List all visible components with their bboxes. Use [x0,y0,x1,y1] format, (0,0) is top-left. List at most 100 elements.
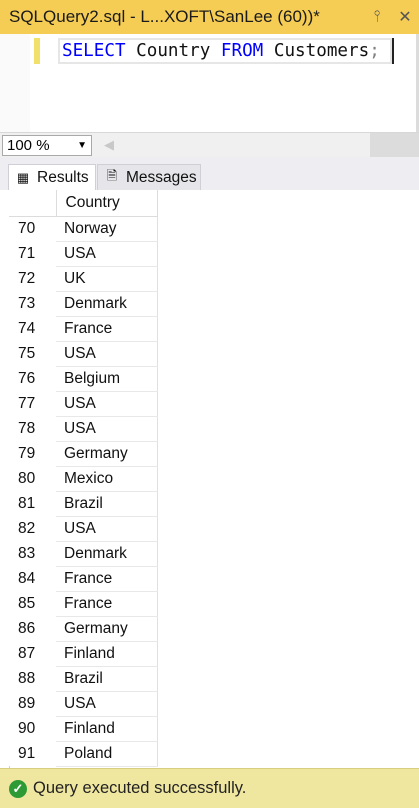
row-number[interactable]: 80 [9,466,56,491]
row-number[interactable]: 90 [9,716,56,741]
row-number[interactable]: 78 [9,416,56,441]
country-cell[interactable]: USA [56,241,158,267]
table-row[interactable]: 87 Finland [9,641,158,667]
pin-icon[interactable]: ⫯ [363,8,391,26]
table-row[interactable]: 75 USA [9,341,158,367]
change-indicator [34,38,40,64]
row-number[interactable]: 88 [9,666,56,691]
country-cell[interactable]: Denmark [56,541,158,567]
keyword-from: FROM [220,41,264,61]
row-number[interactable]: 85 [9,591,56,616]
country-cell[interactable]: UK [56,266,158,292]
table-row[interactable]: 79 Germany [9,441,158,467]
zoom-dropdown[interactable]: 100 % ▼ [2,135,92,156]
table-row[interactable]: 85 France [9,591,158,617]
table-row[interactable]: 77 USA [9,391,158,417]
row-number[interactable]: 71 [9,241,56,266]
zoom-value: 100 % [7,137,50,154]
country-cell[interactable]: Denmark [56,291,158,317]
table-row[interactable]: 72 UK [9,266,158,292]
table-row[interactable]: 86 Germany [9,616,158,642]
country-cell[interactable]: France [56,566,158,592]
zoom-bar: 100 % ▼ ◀ [0,132,419,158]
text-caret [392,38,394,64]
country-cell[interactable]: Brazil [56,666,158,692]
country-cell[interactable]: USA [56,391,158,417]
grid-icon: ▦ [16,169,30,185]
keyword-select: SELECT [62,41,126,61]
table-row[interactable]: 82 USA [9,516,158,542]
country-cell[interactable]: Brazil [56,491,158,517]
table-row[interactable]: 73 Denmark [9,291,158,317]
editor-gutter [0,34,30,132]
chevron-down-icon[interactable]: ▼ [77,136,87,155]
column-name: Country [136,41,211,61]
table-row[interactable]: 71 USA [9,241,158,267]
table-row[interactable]: 91 Poland [9,741,158,767]
table-row[interactable]: 83 Denmark [9,541,158,567]
country-cell[interactable]: Finland [56,641,158,667]
country-cell[interactable]: USA [56,516,158,542]
horizontal-scrollbar[interactable] [370,133,419,158]
table-name: Customers [273,41,370,61]
status-text: Query executed successfully. [33,779,247,797]
country-cell[interactable]: USA [56,416,158,442]
query-editor[interactable]: SELECT Country FROM Customers; [0,34,419,132]
country-cell[interactable]: Mexico [56,466,158,492]
country-cell[interactable]: Germany [56,441,158,467]
row-number[interactable]: 70 [9,216,56,241]
document-tab-title: SQLQuery2.sql - L...XOFT\SanLee (60))* [9,7,320,26]
table-row[interactable]: 80 Mexico [9,466,158,492]
tab-messages-label: Messages [126,168,197,186]
statement-terminator: ; [369,41,380,61]
table-row[interactable]: 78 USA [9,416,158,442]
country-cell[interactable]: Norway [56,216,158,242]
table-row[interactable]: 76 Belgium [9,366,158,392]
row-number[interactable]: 72 [9,266,56,291]
country-cell[interactable]: France [56,316,158,342]
row-number[interactable]: 82 [9,516,56,541]
column-header-country[interactable]: Country [56,190,158,217]
row-number[interactable]: 86 [9,616,56,641]
success-check-icon: ✓ [9,779,27,798]
country-cell[interactable]: France [56,591,158,617]
close-icon[interactable]: ✕ [391,7,419,27]
table-row[interactable]: 88 Brazil [9,666,158,692]
row-number[interactable]: 76 [9,366,56,391]
grid-body: 70 Norway 71 USA 72 UK 73 Denmark 74 France 75 USA 7… [9,216,158,767]
row-number[interactable]: 83 [9,541,56,566]
results-grid-area[interactable]: Country 70 Norway 71 USA 72 UK 73 Denmark 74 Fran… [0,190,419,768]
tab-results[interactable]: ▦ Results [8,164,96,190]
table-row[interactable]: 81 Brazil [9,491,158,517]
country-cell[interactable]: USA [56,341,158,367]
row-number[interactable]: 79 [9,441,56,466]
sql-code-line[interactable]: SELECT Country FROM Customers; [62,39,380,63]
table-row[interactable]: 74 France [9,316,158,342]
document-tab[interactable]: SQLQuery2.sql - L...XOFT\SanLee (60))* ⫯… [0,0,419,34]
row-number[interactable]: 75 [9,341,56,366]
table-row[interactable]: 90 Finland [9,716,158,742]
results-grid[interactable]: Country 70 Norway 71 USA 72 UK 73 Denmark 74 Fran… [9,190,158,767]
tab-messages[interactable]: 🗎 Messages [97,164,201,190]
country-cell[interactable]: Belgium [56,366,158,392]
row-number[interactable]: 89 [9,691,56,716]
row-number[interactable]: 74 [9,316,56,341]
row-number[interactable]: 73 [9,291,56,316]
country-cell[interactable]: Poland [56,741,158,767]
country-cell[interactable]: Germany [56,616,158,642]
grid-corner[interactable] [9,190,57,217]
country-cell[interactable]: USA [56,691,158,717]
row-number[interactable]: 87 [9,641,56,666]
row-number[interactable]: 91 [9,741,56,766]
result-tabs: ▦ Results 🗎 Messages [0,157,419,191]
row-number[interactable]: 84 [9,566,56,591]
table-row[interactable]: 70 Norway [9,216,158,242]
row-number[interactable]: 77 [9,391,56,416]
table-row[interactable]: 84 France [9,566,158,592]
scroll-left-icon[interactable]: ◀ [104,137,114,153]
country-cell[interactable]: Finland [56,716,158,742]
row-number[interactable]: 81 [9,491,56,516]
status-bar: ✓ Query executed successfully. [0,768,419,808]
table-row[interactable]: 89 USA [9,691,158,717]
header-row: Country [9,190,158,217]
